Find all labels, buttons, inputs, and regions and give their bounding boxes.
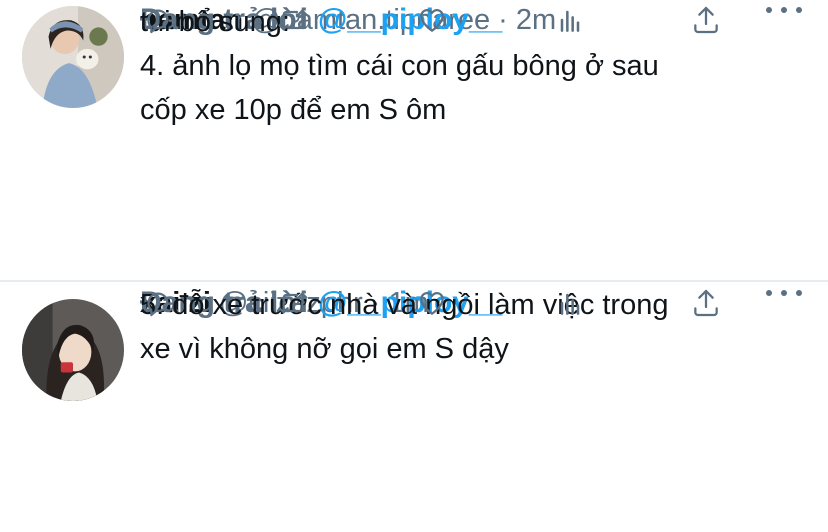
tweet-text-line: xe vì không nỡ gọi em S dậy: [140, 333, 509, 365]
reply-icon[interactable]: [138, 0, 178, 40]
retweet-icon[interactable]: [273, 0, 313, 40]
analytics-icon[interactable]: [550, 0, 590, 40]
tweet-text: tui bổ sung: 4. ảnh lọ mọ tìm cái con gấ…: [140, 0, 800, 281]
tweet-actions: [0, 283, 828, 323]
reply-icon[interactable]: [138, 283, 178, 323]
share-icon[interactable]: [686, 283, 726, 323]
tweet-text-line: 4. ảnh lọ mọ tìm cái con gấu bông ở sau: [140, 50, 659, 82]
divider: [0, 280, 828, 282]
tweet-actions: [0, 0, 828, 40]
analytics-icon[interactable]: [550, 283, 590, 323]
share-icon[interactable]: [686, 0, 726, 40]
like-icon[interactable]: [412, 0, 452, 40]
tweet-text-line: cốp xe 10p để em S ôm: [140, 94, 447, 126]
like-icon[interactable]: [412, 283, 452, 323]
retweet-icon[interactable]: [273, 283, 313, 323]
